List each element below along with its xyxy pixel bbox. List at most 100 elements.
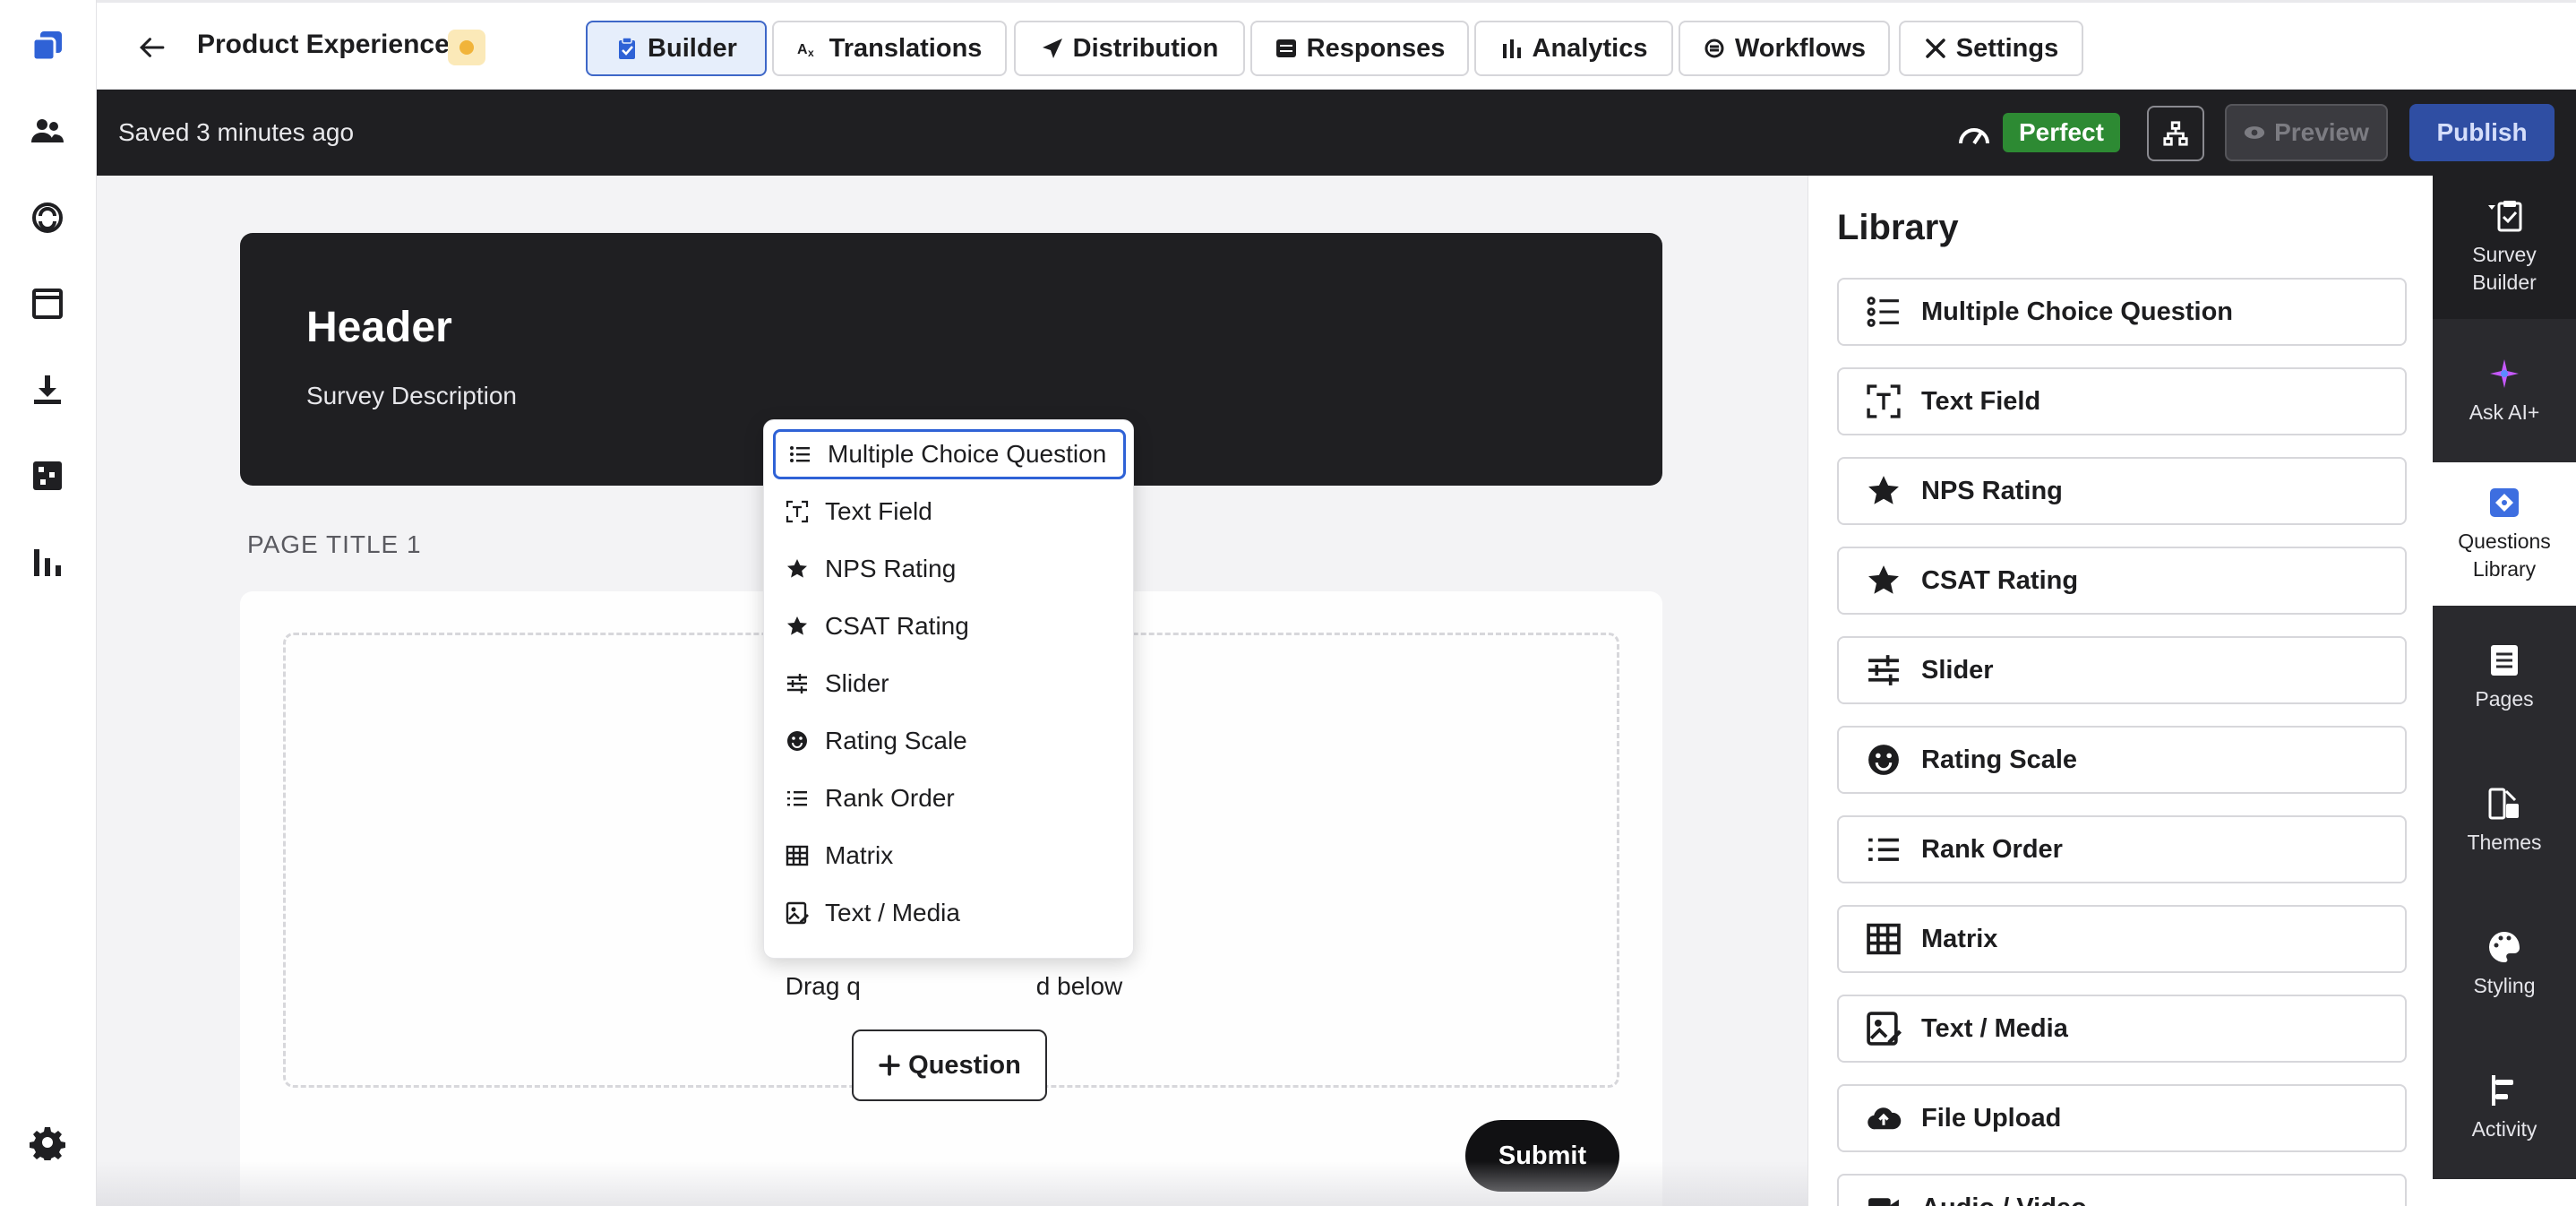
survey-description[interactable]: Survey Description — [306, 382, 517, 410]
star-icon — [1868, 476, 1899, 504]
smiley-icon — [1868, 745, 1899, 775]
star-icon — [787, 559, 807, 578]
sitemap-icon — [2163, 121, 2188, 146]
back-arrow-icon[interactable] — [133, 28, 172, 67]
bar-chart-icon — [1502, 39, 1521, 58]
table-grid-icon — [786, 845, 809, 866]
rail-activity[interactable]: Activity — [2433, 1036, 2576, 1179]
menu-item-text-media[interactable]: Text / Media — [773, 888, 1126, 938]
tab-distribution[interactable]: Distribution — [1014, 21, 1245, 76]
tab-responses[interactable]: Responses — [1250, 21, 1469, 76]
library-item-multiple-choice[interactable]: Multiple Choice Question — [1837, 278, 2407, 346]
list-bullets-icon — [790, 446, 810, 462]
library-item-csat-rating[interactable]: CSAT Rating — [1837, 547, 2407, 615]
download-icon[interactable] — [25, 367, 70, 412]
numbered-list-icon — [787, 791, 807, 806]
rail-footer — [2433, 1179, 2576, 1206]
library-title: Library — [1837, 208, 1959, 247]
menu-item-multiple-choice[interactable]: Multiple Choice Question — [773, 429, 1126, 479]
cloud-upload-icon — [1868, 1107, 1902, 1130]
menu-item-csat-rating[interactable]: CSAT Rating — [773, 601, 1126, 651]
menu-item-matrix[interactable]: Matrix — [773, 831, 1126, 881]
media-edit-icon — [786, 901, 809, 925]
media-edit-icon — [1867, 1012, 1902, 1046]
builder-toolbar: Saved 3 minutes ago Perfect Preview Publ… — [97, 90, 2576, 176]
library-item-matrix[interactable]: Matrix — [1837, 905, 2407, 973]
canvas-bottom-fade — [97, 1161, 1807, 1206]
top-bar: Product Experience Builder Ax Translatio… — [97, 0, 2576, 90]
library-item-rating-scale[interactable]: Rating Scale — [1837, 726, 2407, 794]
library-item-audio-video[interactable]: Audio / Video — [1837, 1174, 2407, 1206]
text-field-icon — [1867, 384, 1901, 418]
clipboard-icon — [619, 37, 636, 59]
survey-header-title[interactable]: Header — [306, 303, 452, 352]
sync-icon — [1704, 39, 1724, 58]
rail-ask-ai[interactable]: Ask AI+ — [2433, 319, 2576, 462]
list-bullets-icon — [1867, 297, 1899, 327]
people-icon[interactable] — [25, 109, 70, 154]
table-grid-icon — [1867, 923, 1901, 955]
preview-button[interactable]: Preview — [2225, 104, 2388, 161]
menu-item-slider[interactable]: Slider — [773, 659, 1126, 709]
tab-analytics[interactable]: Analytics — [1474, 21, 1673, 76]
qr-grid-icon[interactable] — [25, 453, 70, 498]
library-item-file-upload[interactable]: File Upload — [1837, 1084, 2407, 1152]
menu-item-rank-order[interactable]: Rank Order — [773, 773, 1126, 823]
translate-icon: Ax — [797, 42, 814, 59]
eye-icon — [2244, 126, 2265, 139]
rail-questions-library[interactable]: Questions Library — [2433, 462, 2576, 606]
tab-builder[interactable]: Builder — [586, 21, 767, 76]
draft-status-badge — [448, 30, 485, 65]
questions-library-panel: Library Multiple Choice Question Text Fi… — [1807, 176, 2433, 1206]
svg-text:A: A — [797, 42, 808, 57]
plus-icon — [879, 1055, 900, 1076]
rail-styling[interactable]: Styling — [2433, 892, 2576, 1036]
tab-workflows[interactable]: Workflows — [1679, 21, 1890, 76]
tab-settings[interactable]: Settings — [1899, 21, 2083, 76]
add-question-button[interactable]: Question — [852, 1029, 1047, 1101]
themes-icon — [2488, 788, 2519, 819]
svg-text:x: x — [808, 47, 814, 59]
score-badge: Perfect — [2003, 113, 2120, 152]
video-icon — [1868, 1198, 1899, 1206]
star-icon — [787, 616, 807, 635]
library-item-text-media[interactable]: Text / Media — [1837, 995, 2407, 1063]
save-status: Saved 3 minutes ago — [118, 118, 355, 146]
library-item-slider[interactable]: Slider — [1837, 636, 2407, 704]
rail-pages[interactable]: Pages — [2433, 606, 2576, 749]
bar-chart-icon[interactable] — [25, 539, 70, 584]
question-type-menu: Multiple Choice Question Text Field NPS … — [763, 419, 1134, 959]
sliders-icon — [1868, 655, 1899, 685]
library-item-nps-rating[interactable]: NPS Rating — [1837, 457, 2407, 525]
gear-icon[interactable] — [25, 1120, 70, 1165]
library-item-text-field[interactable]: Text Field — [1837, 367, 2407, 435]
rail-themes[interactable]: Themes — [2433, 749, 2576, 892]
gauge-icon — [1959, 128, 1989, 145]
sliders-icon — [787, 674, 807, 693]
smiley-icon — [787, 731, 807, 751]
palette-icon — [2488, 931, 2520, 962]
support-icon[interactable] — [25, 195, 70, 240]
list-card-icon — [1275, 39, 1296, 57]
paper-plane-icon — [1042, 39, 1062, 58]
library-item-rank-order[interactable]: Rank Order — [1837, 815, 2407, 883]
sparkle-icon — [2490, 358, 2519, 388]
rail-survey-builder[interactable]: Survey Builder — [2433, 176, 2576, 319]
tools-icon — [1926, 39, 1945, 58]
menu-item-nps-rating[interactable]: NPS Rating — [773, 544, 1126, 594]
page-title[interactable]: PAGE TITLE 1 — [247, 530, 422, 559]
menu-item-text-field[interactable]: Text Field — [773, 487, 1126, 537]
tab-translations[interactable]: Ax Translations — [772, 21, 1007, 76]
menu-item-rating-scale[interactable]: Rating Scale — [773, 716, 1126, 766]
drag-hint: Drag qd below — [785, 972, 1123, 1000]
questions-library-icon — [2490, 488, 2519, 517]
numbered-list-icon — [1868, 838, 1899, 861]
logic-tree-button[interactable] — [2147, 106, 2204, 161]
right-rail: Survey Builder Ask AI+ Questions Library P… — [2433, 176, 2576, 1179]
window-icon[interactable] — [25, 281, 70, 326]
activity-icon — [2492, 1074, 2513, 1106]
publish-button[interactable]: Publish — [2409, 104, 2555, 161]
clipboard-check-icon — [2488, 201, 2522, 232]
app-logo-icon[interactable] — [25, 23, 70, 68]
pages-icon — [2491, 644, 2518, 676]
